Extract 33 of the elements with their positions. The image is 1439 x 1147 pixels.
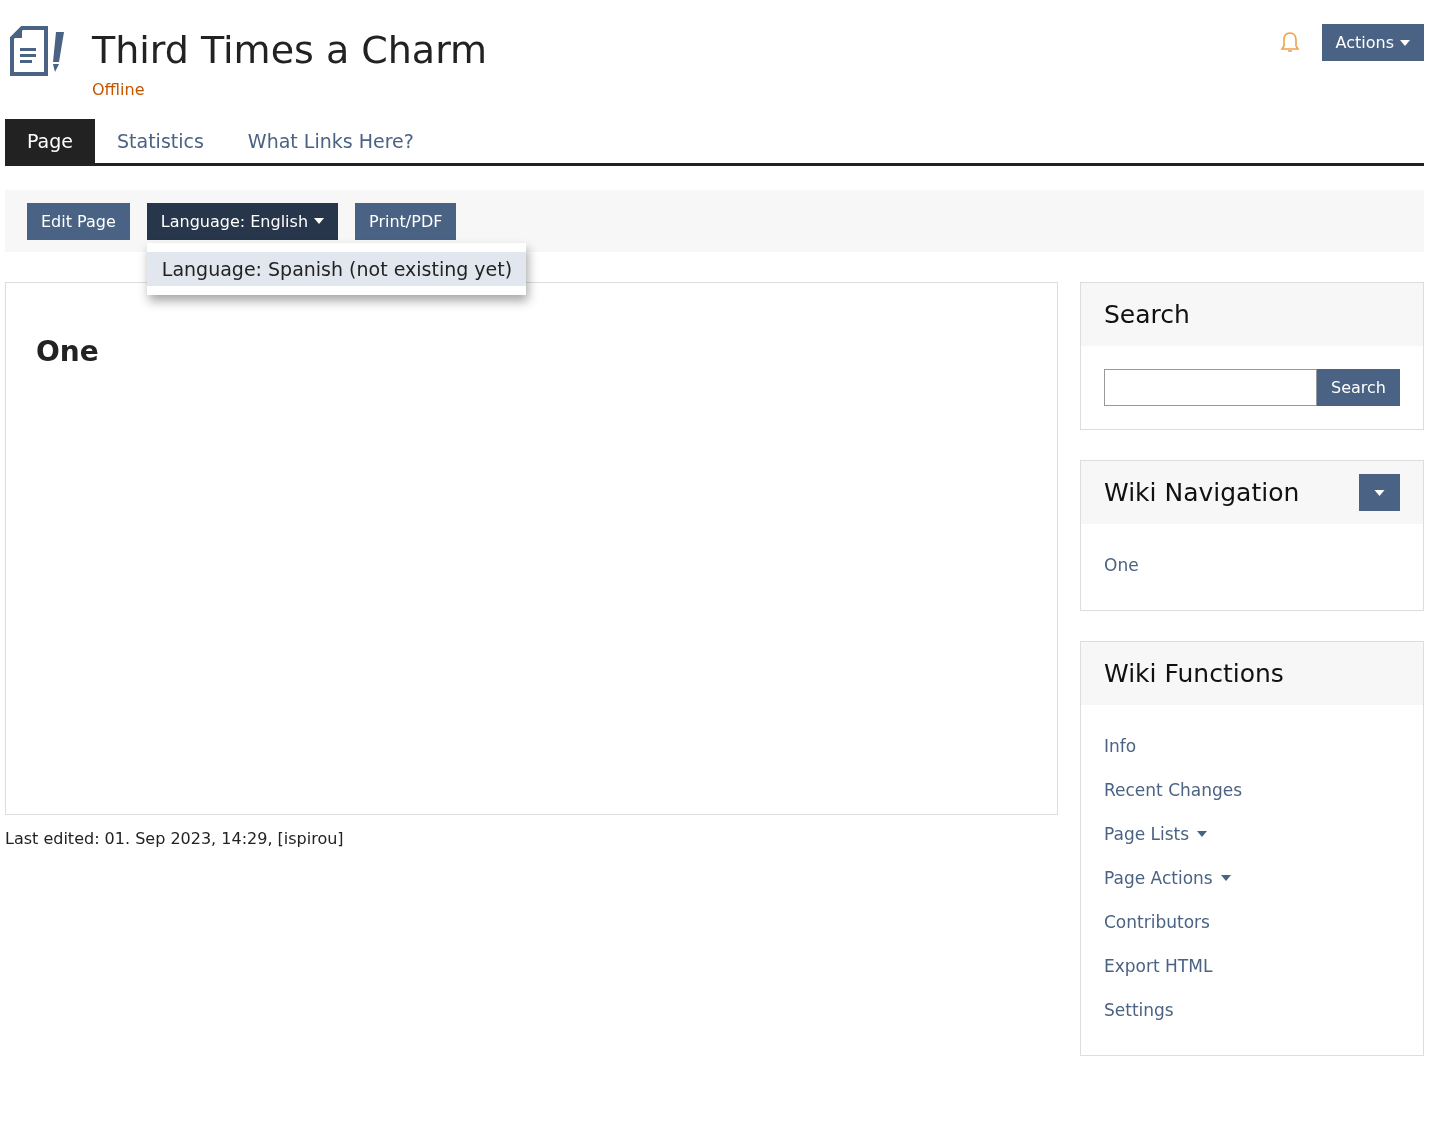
caret-icon — [1374, 489, 1385, 496]
caret-icon — [1400, 39, 1410, 46]
menu-link[interactable]: Page Actions — [1104, 867, 1231, 889]
page-title: Third Times a Charm — [92, 27, 489, 74]
function-link[interactable]: Recent Changes — [1104, 779, 1243, 801]
status-text: Offline — [92, 80, 146, 99]
function-link[interactable]: Info — [1104, 735, 1137, 757]
document-pencil-icon — [10, 26, 66, 76]
panel-title: Search — [1104, 300, 1190, 329]
search-field[interactable] — [1104, 369, 1318, 406]
nav-link[interactable]: One — [1104, 554, 1139, 576]
toolbar-button[interactable]: Print/PDF — [355, 202, 457, 240]
panel-title: Wiki Navigation — [1104, 478, 1300, 507]
function-link[interactable]: Settings — [1104, 999, 1174, 1021]
panel-title: Wiki Functions — [1104, 659, 1284, 688]
tab[interactable]: Page — [5, 119, 95, 163]
menu-item[interactable]: Language: Spanish (not existing yet) — [146, 251, 527, 286]
caret-icon — [314, 218, 325, 224]
caret-icon — [1197, 831, 1208, 837]
actions-button[interactable]: Actions — [1321, 24, 1424, 61]
content-heading: One — [36, 335, 100, 368]
toolbar-button[interactable]: Edit Page — [27, 202, 130, 240]
tab[interactable]: What Links Here? — [225, 119, 436, 163]
function-link[interactable]: Contributors — [1104, 911, 1210, 933]
function-link[interactable]: Export HTML — [1104, 955, 1213, 977]
tab[interactable]: Statistics — [95, 119, 226, 163]
language-dropdown[interactable]: Language: English — [146, 202, 339, 240]
caret-icon — [1220, 875, 1231, 881]
bell-icon[interactable] — [1279, 30, 1300, 55]
last-edited-text: Last edited: 01. Sep 2023, 14:29, [ispirou] — [5, 829, 345, 848]
search-button[interactable]: Search — [1317, 369, 1400, 406]
collapse-button[interactable] — [1359, 474, 1400, 511]
menu-link[interactable]: Page Lists — [1104, 823, 1208, 845]
